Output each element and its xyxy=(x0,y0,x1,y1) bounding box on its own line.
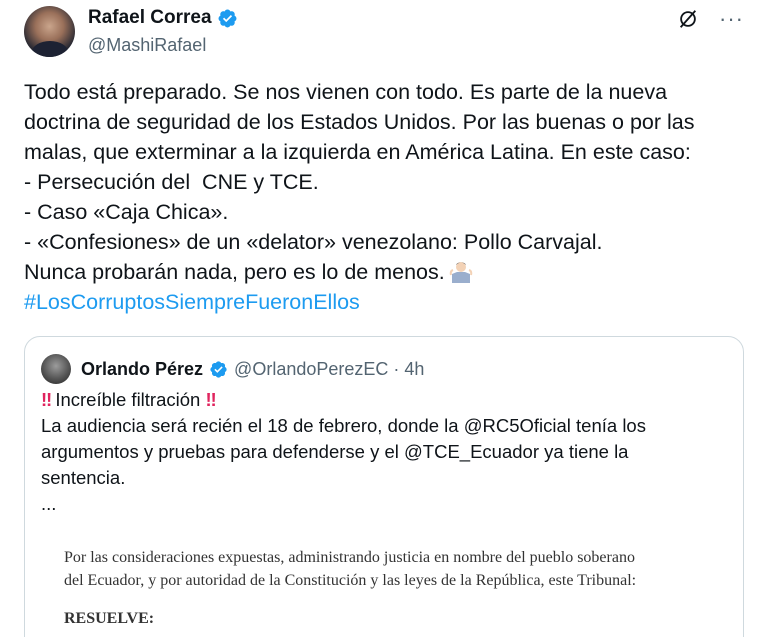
quoted-document-image[interactable]: Por las consideraciones expuestas, admin… xyxy=(26,525,742,637)
quoted-headline-line: ‼ Increíble filtración ‼ xyxy=(41,387,731,413)
author-name-row: Rafael Correa xyxy=(88,7,238,29)
quoted-tweet[interactable]: Orlando Pérez @OrlandoPerezEC · 4h ‼ Inc… xyxy=(24,336,744,637)
tweet-line-text: Nunca probarán nada, pero es lo de menos… xyxy=(24,260,445,284)
grok-icon[interactable] xyxy=(677,8,699,30)
document-line: del Ecuador, y por autoridad de la Const… xyxy=(64,572,637,589)
tweet-body: Todo está preparado. Se nos vienen con t… xyxy=(24,77,744,317)
quoted-line: La audiencia será recién el 18 de febrer… xyxy=(41,415,646,436)
quoted-tweet-header: Orlando Pérez @OrlandoPerezEC · 4h xyxy=(41,354,424,384)
double-exclamation-emoji: ‼ xyxy=(41,389,52,410)
verified-badge-icon xyxy=(210,360,227,378)
tweet-line: - Persecución del CNE y TCE. xyxy=(24,170,319,194)
quoted-headline: Increíble filtración xyxy=(55,389,201,410)
quoted-tweet-body: ‼ Increíble filtración ‼ La audiencia se… xyxy=(41,387,731,517)
tweet-line: - Caso «Caja Chica». xyxy=(24,200,229,224)
quoted-line: sentencia. xyxy=(41,467,126,488)
author-avatar[interactable] xyxy=(24,6,75,57)
tweet-line: malas, que exterminar a la izquierda en … xyxy=(24,140,691,164)
hashtag-link[interactable]: #LosCorruptosSiempreFueronEllos xyxy=(24,287,744,317)
document-title: RESUELVE: xyxy=(64,610,155,627)
tweet-line: Todo está preparado. Se nos vienen con t… xyxy=(24,80,668,104)
quoted-author-handle-time[interactable]: @OrlandoPerezEC · 4h xyxy=(234,359,424,380)
tweet-last-line: Nunca probarán nada, pero es lo de menos… xyxy=(24,257,744,287)
author-handle[interactable]: @MashiRafael xyxy=(88,35,206,56)
more-icon[interactable]: ··· xyxy=(719,8,744,30)
tweet-line: doctrina de seguridad de los Estados Uni… xyxy=(24,110,695,134)
quoted-author-avatar[interactable] xyxy=(41,354,71,384)
quoted-line: ... xyxy=(41,493,57,514)
tweet-line: - «Confesiones» de un «delator» venezola… xyxy=(24,230,603,254)
author-display-name[interactable]: Rafael Correa xyxy=(88,7,212,29)
verified-badge-icon xyxy=(218,9,237,27)
quoted-author-name[interactable]: Orlando Pérez xyxy=(81,359,203,380)
tweet-actions-top: ··· xyxy=(677,8,744,30)
document-line: Por las consideraciones expuestas, admin… xyxy=(64,549,635,566)
double-exclamation-emoji: ‼ xyxy=(205,389,216,410)
shrug-emoji xyxy=(449,262,472,283)
quoted-line: argumentos y pruebas para defenderse y e… xyxy=(41,441,629,462)
tweet-header: Rafael Correa @MashiRafael ··· xyxy=(0,0,768,64)
